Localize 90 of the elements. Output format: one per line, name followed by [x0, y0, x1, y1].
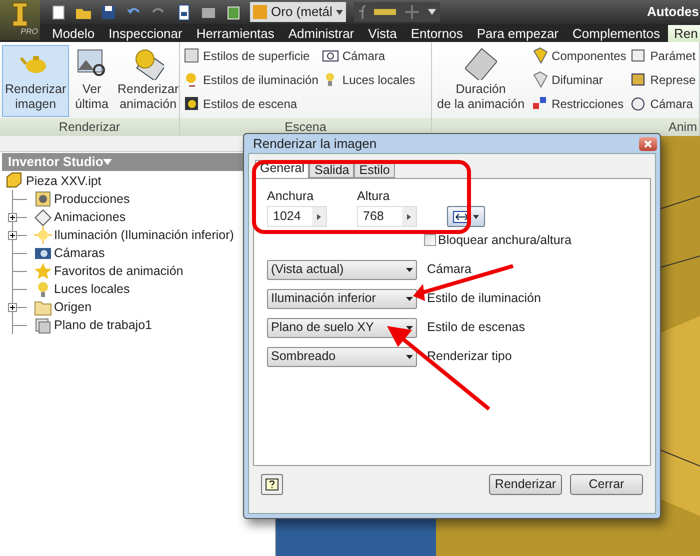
dropdown-arrow-icon	[406, 296, 413, 301]
number-field[interactable]: 1024	[267, 206, 327, 227]
ribbon-button[interactable]: Estilos de iluminación	[183, 69, 318, 90]
field-label: Renderizar tipo	[427, 348, 512, 366]
work-plane-icon	[34, 316, 52, 334]
window-title: Autodes	[647, 3, 700, 22]
dropdown[interactable]: Iluminación inferior	[267, 288, 417, 309]
ribbon-button[interactable]: Difuminar	[532, 69, 626, 90]
dropdown[interactable]: (Vista actual)	[267, 260, 417, 280]
number-field[interactable]: 768	[357, 206, 417, 227]
save-icon[interactable]	[100, 4, 117, 20]
spinner-arrow-icon[interactable]	[317, 214, 321, 220]
group-label: Renderizar	[58, 118, 120, 136]
dropdown-arrow-icon	[473, 214, 479, 218]
ribbon-button[interactable]: Restricciones	[532, 93, 626, 114]
frame-icon	[630, 71, 648, 88]
ribbon-button[interactable]: Luces locales	[322, 69, 416, 90]
star-icon	[34, 262, 52, 280]
ribbon-button[interactable]: Estilos de escena	[183, 93, 318, 114]
ribbon-button[interactable]: Cámara	[630, 93, 696, 114]
new-document-icon[interactable]	[50, 4, 67, 20]
ribbon-tab[interactable]: Vista	[362, 25, 403, 42]
field-label: Cámara	[427, 261, 472, 278]
ribbon-button[interactable]: Represe	[630, 69, 696, 90]
dialog-title: Renderizar la imagen	[253, 134, 377, 153]
tree-item[interactable]: Favoritos de animación	[54, 262, 184, 280]
formula-icon	[358, 5, 366, 19]
tree-item[interactable]: Pieza XXV.ipt	[26, 172, 102, 190]
ribbon-button[interactable]: Cámara	[322, 45, 416, 66]
box-icon[interactable]	[225, 4, 242, 20]
close-icon	[644, 140, 652, 148]
expand-icon[interactable]	[8, 213, 17, 222]
tree-item[interactable]: Iluminación (Iluminación inferior)	[54, 226, 234, 244]
group-label: Anim	[668, 118, 697, 136]
sun-icon	[34, 226, 52, 244]
app-logo[interactable]: PRO	[0, 0, 40, 40]
close-button[interactable]	[639, 136, 657, 150]
tree-item[interactable]: Cámaras	[54, 244, 105, 262]
field-label: Estilo de iluminación	[427, 290, 541, 308]
ribbon-button[interactable]: Componentes	[532, 45, 626, 66]
ribbon-tab[interactable]: Complementos	[566, 25, 666, 42]
part-icon	[6, 172, 24, 190]
ribbon-tab[interactable]: Administrar	[282, 25, 360, 42]
group-label: Escena	[284, 118, 326, 136]
checkbox-label: Bloquear anchura/altura	[438, 232, 572, 249]
field-label: Altura	[357, 189, 391, 203]
ribbon-button[interactable]: Parámet	[630, 45, 696, 66]
ribbon-tab[interactable]: Modelo	[46, 25, 101, 42]
expand-icon[interactable]	[8, 303, 17, 312]
dropdown[interactable]: Plano de suelo XY	[267, 318, 417, 338]
dropdown-arrow-icon	[428, 9, 436, 15]
field-label: Estilo de escenas	[427, 319, 525, 336]
plus-icon	[404, 4, 420, 20]
ribbon-button[interactable]: Renderizar imagen	[2, 45, 70, 117]
field-label: Anchura	[267, 189, 315, 203]
material-dropdown[interactable]: Oro (metál	[250, 2, 346, 22]
surface-swatch-icon	[183, 47, 200, 64]
squares-icon	[532, 95, 549, 112]
tree-item[interactable]: Animaciones	[54, 208, 126, 226]
dropdown[interactable]: Sombreado	[267, 346, 417, 367]
ribbon-tab[interactable]: Para empezar	[470, 25, 565, 42]
scene-icon	[183, 95, 200, 112]
tree-item[interactable]: Producciones	[54, 190, 130, 208]
spinner-arrow-icon[interactable]	[407, 214, 411, 220]
letter-i-logo-icon	[10, 0, 30, 28]
ribbon-tab[interactable]: Ren	[668, 25, 700, 42]
dialog-button[interactable]: Cerrar	[570, 474, 643, 495]
ribbon-tab[interactable]: Herramientas	[190, 25, 280, 42]
dropdown-arrow-icon[interactable]	[103, 159, 112, 165]
tree-item[interactable]: Origen	[54, 298, 92, 316]
measure-icon	[374, 7, 396, 17]
ribbon-button[interactable]: Ver última	[72, 45, 112, 117]
ribbon-button[interactable]: Duración de la animación	[434, 45, 528, 117]
checkbox[interactable]	[424, 234, 436, 246]
ribbon-button[interactable]: Estilos de superficie	[183, 45, 318, 66]
help-button[interactable]	[261, 474, 283, 495]
edition-label: PRO	[20, 28, 38, 36]
dialog-button[interactable]: Renderizar	[489, 474, 562, 495]
color-swatch-icon	[253, 5, 267, 19]
ribbon-tab[interactable]: Entornos	[404, 25, 469, 42]
dropdown-arrow-icon	[406, 354, 413, 359]
help-icon	[265, 478, 279, 492]
tree-item[interactable]: Plano de trabajo1	[54, 316, 152, 334]
dropdown-arrow-icon	[336, 10, 344, 14]
ribbon-button[interactable]: Renderizar animación	[114, 45, 179, 117]
tree-item[interactable]: Luces locales	[54, 280, 130, 298]
ribbon-tab[interactable]: Inspeccionar	[102, 25, 188, 42]
expand-icon[interactable]	[8, 231, 17, 240]
dropdown-arrow-icon	[406, 268, 413, 272]
dropdown-arrow-icon	[406, 326, 413, 330]
